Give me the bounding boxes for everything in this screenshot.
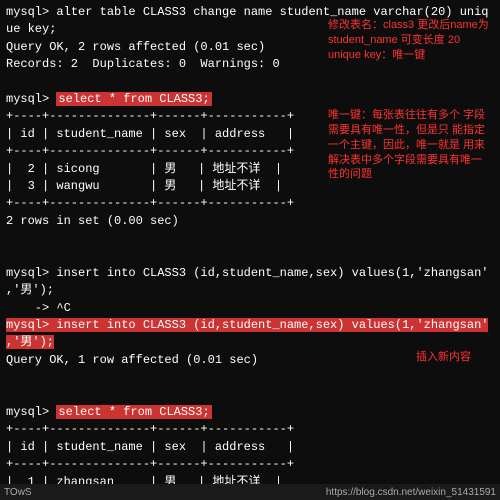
line-17: ,'男'); [6,282,494,299]
line-18: -> ^C [6,300,494,317]
line-12: +----+--------------+------+-----------+ [6,195,494,212]
line-13: 2 rows in set (0.00 sec) [6,213,494,230]
line-24: mysql> select * from CLASS3; [6,404,494,421]
line-26: | id | student_name | sex | address | [6,439,494,456]
line-27: +----+--------------+------+-----------+ [6,456,494,473]
terminal: mysql> alter table CLASS3 change name st… [0,0,500,500]
line-6: mysql> select * from CLASS3; [6,91,494,108]
line-blank-1 [6,74,494,91]
line-blank-2 [6,230,494,247]
bottom-bar: TOwS https://blog.csdn.net/weixin_514315… [0,484,500,500]
annotation-insert: 插入新内容 [416,350,496,365]
line-16: mysql> insert into CLASS3 (id,student_na… [6,265,494,282]
annotation-alter-table: 修改表名：class3 更改后name为 student_name 可变长度 2… [328,18,496,63]
annotation-unique-key: 唯一键：每张表往往有多个 字段需要具有唯一性，但是只 能指定一个主键，因此，唯一… [328,108,496,182]
bottom-left-text: TOwS [4,487,32,498]
line-blank-4 [6,369,494,386]
line-19: mysql> insert into CLASS3 (id,student_na… [6,317,494,334]
line-blank-5 [6,387,494,404]
line-blank-3 [6,247,494,264]
bottom-right-url: https://blog.csdn.net/weixin_51431591 [326,487,496,498]
line-25: +----+--------------+------+-----------+ [6,421,494,438]
